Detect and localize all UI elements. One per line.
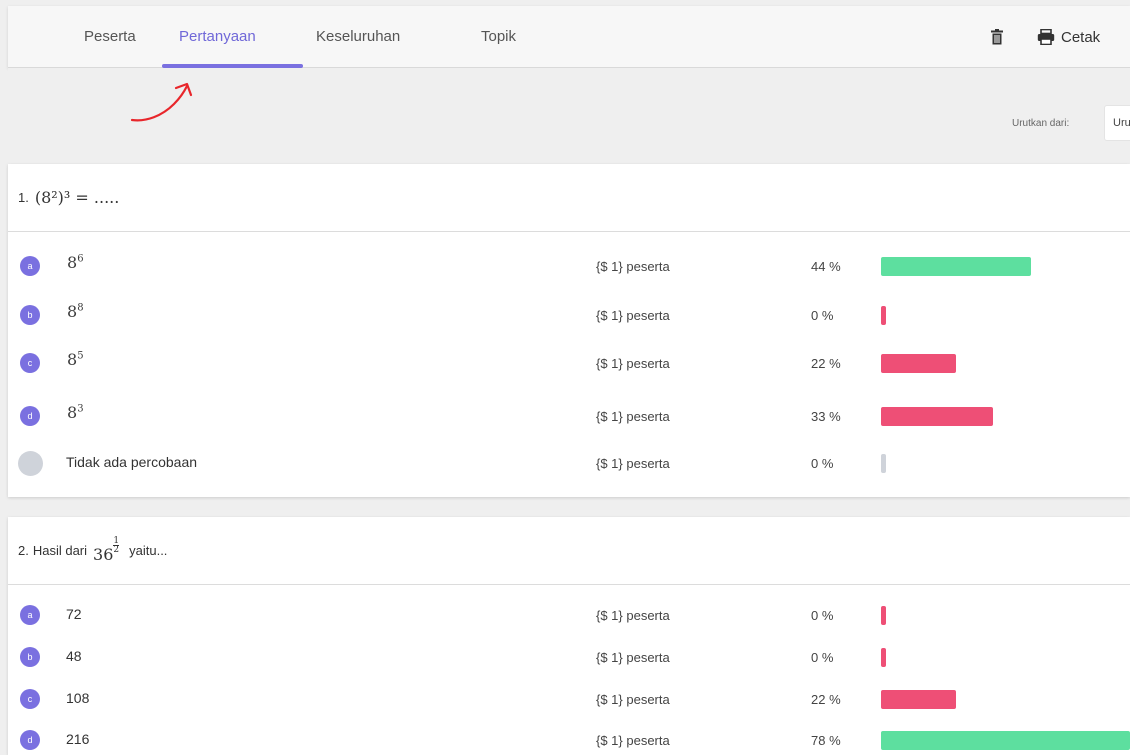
option-badge: b: [20, 305, 40, 325]
question-number: 2.: [18, 543, 29, 558]
question-card-1: 1. (8²)³ = ..... a 86 {$ 1} peserta 44 %…: [8, 164, 1130, 497]
percent-label: 0 %: [811, 650, 834, 665]
percent-bar: [881, 606, 886, 625]
answer-row: a 86 {$ 1} peserta 44 %: [8, 251, 1130, 281]
percent-bar: [881, 354, 956, 373]
option-badge: a: [20, 605, 40, 625]
percent-bar: [881, 454, 886, 473]
answer-row: b 88 {$ 1} peserta 0 %: [8, 300, 1130, 330]
no-attempt-badge: [18, 451, 43, 476]
question-card-2: 2. Hasil dari 36 1 2 yaitu... a 72 {$ 1} p…: [8, 517, 1130, 755]
percent-bar: [881, 306, 886, 325]
option-math: 85: [67, 350, 84, 369]
question-header-1: 1. (8²)³ = .....: [8, 164, 1130, 232]
participant-count: {$ 1} peserta: [596, 356, 670, 371]
percent-bar: [881, 407, 993, 426]
answer-row: d 83 {$ 1} peserta 33 %: [8, 401, 1130, 431]
question-suffix: yaitu...: [129, 543, 168, 558]
participant-count: {$ 1} peserta: [596, 692, 670, 707]
question-text: (8²)³ = .....: [34, 188, 120, 207]
percent-bar: [881, 257, 1031, 276]
percent-label: 0 %: [811, 456, 834, 471]
option-badge: d: [20, 406, 40, 426]
option-text: 108: [66, 690, 90, 706]
option-text: 72: [66, 606, 82, 622]
participant-count: {$ 1} peserta: [596, 608, 670, 623]
percent-label: 33 %: [811, 409, 841, 424]
answer-row: d 216 {$ 1} peserta 78 %: [8, 725, 1130, 755]
option-text: 48: [66, 648, 82, 664]
tab-topik[interactable]: Topik: [481, 6, 516, 68]
participant-count: {$ 1} peserta: [596, 409, 670, 424]
question-header-2: 2. Hasil dari 36 1 2 yaitu...: [8, 517, 1130, 585]
option-badge: d: [20, 730, 40, 750]
option-math: 83: [67, 403, 84, 422]
percent-bar: [881, 690, 956, 709]
option-badge: c: [20, 689, 40, 709]
participant-count: {$ 1} peserta: [596, 650, 670, 665]
question-prefix: Hasil dari: [32, 543, 88, 558]
answer-row: a 72 {$ 1} peserta 0 %: [8, 600, 1130, 630]
question-math: 36 1 2: [93, 536, 120, 564]
option-math: 86: [67, 253, 84, 272]
percent-bar: [881, 731, 1130, 750]
answer-row: c 85 {$ 1} peserta 22 %: [8, 348, 1130, 378]
percent-label: 78 %: [811, 733, 841, 748]
participant-count: {$ 1} peserta: [596, 733, 670, 748]
percent-bar: [881, 648, 886, 667]
print-button[interactable]: Cetak: [1037, 6, 1100, 68]
participant-count: {$ 1} peserta: [596, 259, 670, 274]
option-badge: a: [20, 256, 40, 276]
tab-keseluruhan[interactable]: Keseluruhan: [316, 6, 400, 68]
print-label: Cetak: [1061, 28, 1101, 46]
percent-label: 0 %: [811, 608, 834, 623]
participant-count: {$ 1} peserta: [596, 308, 670, 323]
option-math: 88: [67, 302, 84, 321]
option-badge: c: [20, 353, 40, 373]
answer-row: b 48 {$ 1} peserta 0 %: [8, 642, 1130, 672]
tab-peserta[interactable]: Peserta: [84, 6, 136, 68]
option-text: Tidak ada percobaan: [66, 454, 198, 470]
printer-icon: [1037, 29, 1055, 45]
trash-icon: [991, 29, 1003, 45]
option-badge: b: [20, 647, 40, 667]
sort-label: Urutkan dari:: [1012, 118, 1070, 129]
answer-row-no-attempt: Tidak ada percobaan {$ 1} peserta 0 %: [8, 448, 1130, 478]
percent-label: 0 %: [811, 308, 834, 323]
option-text: 216: [66, 731, 90, 747]
arrow-annotation-icon: [130, 82, 193, 122]
participant-count: {$ 1} peserta: [596, 456, 670, 471]
answer-row: c 108 {$ 1} peserta 22 %: [8, 684, 1130, 714]
percent-label: 44 %: [811, 259, 841, 274]
sort-select[interactable]: Urutkan: [1104, 105, 1130, 141]
tab-pertanyaan[interactable]: Pertanyaan: [179, 6, 256, 68]
percent-label: 22 %: [811, 692, 841, 707]
question-number: 1.: [18, 190, 29, 205]
tab-bar: Peserta Pertanyaan Keseluruhan Topik Cet…: [8, 6, 1130, 68]
delete-button[interactable]: [990, 6, 1004, 68]
percent-label: 22 %: [811, 356, 841, 371]
